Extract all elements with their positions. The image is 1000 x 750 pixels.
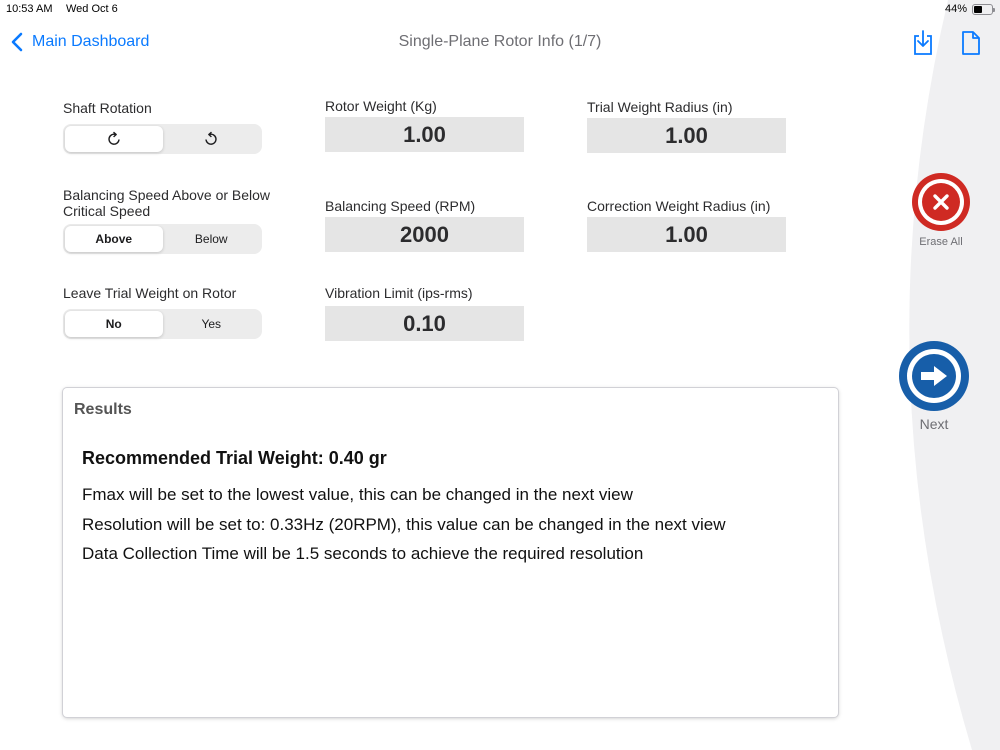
trial-weight-radius-field[interactable]: 1.00 xyxy=(587,118,786,153)
counterclockwise-icon xyxy=(205,131,217,145)
shaft-rotation-selector xyxy=(63,124,262,154)
critical-speed-label: Balancing Speed Above or Below Critical … xyxy=(63,187,270,219)
arrow-right-icon xyxy=(921,366,947,386)
clockwise-segment[interactable] xyxy=(65,126,163,152)
results-line-resolution: Resolution will be set to: 0.33Hz (20RPM… xyxy=(82,515,726,534)
rotor-info-screen: 10:53 AM Wed Oct 6 44% Main Dashboard Si… xyxy=(0,0,1000,750)
recommended-trial-weight: Recommended Trial Weight: 0.40 gr xyxy=(82,448,387,468)
erase-all-label: Erase All xyxy=(919,236,963,248)
no-segment[interactable]: No xyxy=(65,311,163,337)
status-time: 10:53 AM xyxy=(6,3,53,15)
results-line-fmax: Fmax will be set to the lowest value, th… xyxy=(82,485,633,504)
correction-weight-radius-field[interactable]: 1.00 xyxy=(587,217,786,252)
critical-speed-label-line1: Balancing Speed Above or Below xyxy=(63,187,271,203)
below-segment[interactable]: Below xyxy=(163,226,261,252)
battery-icon xyxy=(972,4,995,15)
clockwise-icon xyxy=(108,131,120,145)
results-card: Results Recommended Trial Weight: 0.40 g… xyxy=(63,388,838,717)
vibration-limit-field[interactable]: 0.10 xyxy=(325,306,524,341)
above-segment[interactable]: Above xyxy=(65,226,163,252)
rotor-weight-label: Rotor Weight (Kg) xyxy=(325,98,437,114)
trial-weight-radius-label: Trial Weight Radius (in) xyxy=(587,99,733,115)
leave-trial-weight-selector: No Yes xyxy=(63,309,262,339)
download-icon[interactable] xyxy=(911,30,935,56)
counterclockwise-segment[interactable] xyxy=(163,126,261,152)
leave-trial-weight-label: Leave Trial Weight on Rotor xyxy=(63,285,237,301)
page-title: Single-Plane Rotor Info (1/7) xyxy=(398,33,602,50)
results-line-collection-time: Data Collection Time will be 1.5 seconds… xyxy=(82,544,644,563)
vibration-limit-label: Vibration Limit (ips-rms) xyxy=(325,285,473,301)
status-bar: 10:53 AM Wed Oct 6 44% xyxy=(0,0,1000,20)
next-label: Next xyxy=(919,416,949,432)
critical-speed-selector: Above Below xyxy=(63,224,262,254)
balancing-speed-label: Balancing Speed (RPM) xyxy=(325,198,476,214)
next-button[interactable] xyxy=(899,341,969,411)
battery-percent: 44% xyxy=(944,3,967,15)
document-icon[interactable] xyxy=(959,30,983,56)
results-title: Results xyxy=(74,401,132,418)
status-date: Wed Oct 6 xyxy=(66,3,118,15)
yes-segment[interactable]: Yes xyxy=(163,311,261,337)
balancing-speed-field[interactable]: 2000 xyxy=(325,217,524,252)
rotor-weight-field[interactable]: 1.00 xyxy=(325,117,524,152)
correction-weight-radius-label: Correction Weight Radius (in) xyxy=(587,198,771,214)
erase-all-button[interactable] xyxy=(912,173,970,231)
close-icon xyxy=(933,194,949,210)
critical-speed-label-line2: Critical Speed xyxy=(63,203,151,219)
shaft-rotation-label: Shaft Rotation xyxy=(63,100,152,116)
